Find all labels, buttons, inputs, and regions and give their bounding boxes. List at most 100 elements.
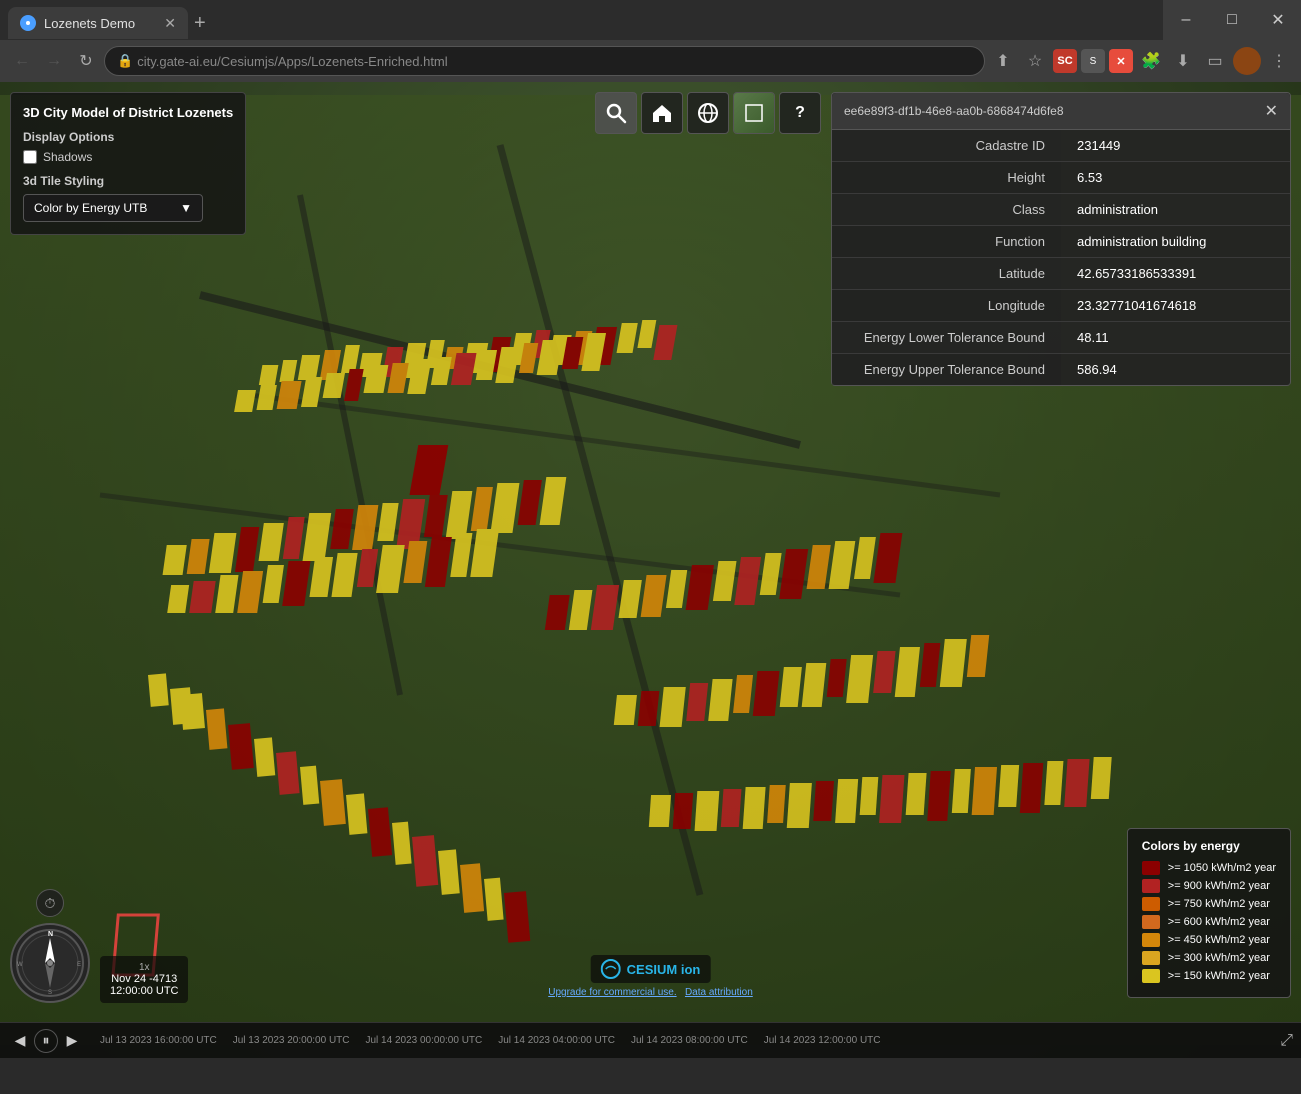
help-toolbar-button[interactable]: ? xyxy=(779,92,821,134)
timeline-ts-2: Jul 14 2023 00:00:00 UTC xyxy=(358,1035,491,1046)
latitude-label: Latitude xyxy=(832,258,1061,289)
help-icon: ? xyxy=(795,104,805,122)
minimize-button[interactable]: – xyxy=(1163,0,1209,40)
search-icon xyxy=(605,102,627,124)
height-label: Height xyxy=(832,162,1061,193)
tab-favicon xyxy=(20,15,36,31)
legend-item-300: >= 300 kWh/m2 year xyxy=(1142,951,1276,965)
download-button[interactable]: ⬇ xyxy=(1169,47,1197,75)
height-value: 6.53 xyxy=(1061,162,1290,193)
layers-toolbar-button[interactable] xyxy=(733,92,775,134)
cadastre-label: Cadastre ID xyxy=(832,130,1061,161)
legend-label-600: >= 600 kWh/m2 year xyxy=(1168,916,1270,928)
refresh-button[interactable]: ↻ xyxy=(72,47,100,75)
legend-color-150 xyxy=(1142,969,1160,983)
info-row-longitude: Longitude 23.32771041674618 xyxy=(832,290,1290,322)
shadows-label: Shadows xyxy=(43,150,92,164)
bookmark-button[interactable]: ☆ xyxy=(1021,47,1049,75)
legend-item-750: >= 750 kWh/m2 year xyxy=(1142,897,1276,911)
legend-color-300 xyxy=(1142,951,1160,965)
cesium-links: Upgrade for commercial use. Data attribu… xyxy=(548,987,753,998)
timeline-ts-4: Jul 14 2023 08:00:00 UTC xyxy=(623,1035,756,1046)
timeline-prev-button[interactable]: ◀ xyxy=(8,1029,32,1053)
info-row-energy-upper: Energy Upper Tolerance Bound 586.94 xyxy=(832,354,1290,385)
info-panel-close-button[interactable]: ✕ xyxy=(1265,101,1278,121)
search-toolbar-button[interactable] xyxy=(595,92,637,134)
timeline-next-button[interactable]: ▶ xyxy=(60,1029,84,1053)
attribution-link[interactable]: Data attribution xyxy=(685,987,753,998)
screenshot-button[interactable]: ⬆ xyxy=(989,47,1017,75)
address-bar[interactable]: 🔒 city.gate-ai.eu/Cesiumjs/Apps/Lozenets… xyxy=(104,46,985,76)
longitude-label: Longitude xyxy=(832,290,1061,321)
legend-color-450 xyxy=(1142,933,1160,947)
timeline-track[interactable]: Jul 13 2023 16:00:00 UTC Jul 13 2023 20:… xyxy=(92,1023,1272,1058)
legend-color-750 xyxy=(1142,897,1160,911)
timeline-ts-3: Jul 14 2023 04:00:00 UTC xyxy=(490,1035,623,1046)
display-date-line1: Nov 24 -4713 xyxy=(110,973,178,985)
active-tab[interactable]: Lozenets Demo ✕ xyxy=(8,7,188,39)
home-toolbar-button[interactable] xyxy=(641,92,683,134)
class-value: administration xyxy=(1061,194,1290,225)
info-row-latitude: Latitude 42.65733186533391 xyxy=(832,258,1290,290)
fullscreen-button[interactable]: ⤢ xyxy=(1272,1032,1301,1050)
svg-text:S: S xyxy=(48,990,52,996)
display-options-section: Display Options Shadows xyxy=(23,130,233,164)
info-row-cadastre: Cadastre ID 231449 xyxy=(832,130,1290,162)
compass-svg: N S W E xyxy=(15,928,85,998)
tab-label: Lozenets Demo xyxy=(44,16,135,31)
timeline-ts-0: Jul 13 2023 16:00:00 UTC xyxy=(92,1035,225,1046)
home-icon xyxy=(651,102,673,124)
legend-color-900 xyxy=(1142,879,1160,893)
back-button[interactable]: ← xyxy=(8,47,36,75)
close-button[interactable]: ✕ xyxy=(1255,0,1301,40)
timeline-controls: ◀ ⏸ ▶ xyxy=(0,1029,92,1053)
timeline-bar: ◀ ⏸ ▶ Jul 13 2023 16:00:00 UTC Jul 13 20… xyxy=(0,1022,1301,1058)
upgrade-link[interactable]: Upgrade for commercial use. xyxy=(548,987,676,998)
globe-icon xyxy=(697,102,719,124)
tile-style-dropdown[interactable]: Color by Energy UTB ▼ xyxy=(23,194,203,222)
ext-s-icon: S xyxy=(1081,49,1105,73)
info-panel-header: ee6e89f3-df1b-46e8-aa0b-6868474d6fe8 ✕ xyxy=(832,93,1290,130)
cadastre-value: 231449 xyxy=(1061,130,1290,161)
new-tab-button[interactable]: + xyxy=(194,13,206,33)
info-row-function: Function administration building xyxy=(832,226,1290,258)
compass[interactable]: N S W E xyxy=(10,923,90,1003)
function-label: Function xyxy=(832,226,1061,257)
menu-button[interactable]: ⋮ xyxy=(1265,47,1293,75)
info-row-class: Class administration xyxy=(832,194,1290,226)
cesium-brand: CESIUM ion Upgrade for commercial use. D… xyxy=(548,955,753,998)
display-options-label: Display Options xyxy=(23,130,233,144)
longitude-value: 23.32771041674618 xyxy=(1061,290,1290,321)
shadows-checkbox[interactable] xyxy=(23,150,37,164)
app-container: ? 3D City Model of District Lozenets Dis… xyxy=(0,82,1301,1058)
clock-button[interactable]: ⏱ xyxy=(36,889,64,917)
map-background[interactable]: ? 3D City Model of District Lozenets Dis… xyxy=(0,82,1301,1058)
panel-title: 3D City Model of District Lozenets xyxy=(23,105,233,120)
legend-item-450: >= 450 kWh/m2 year xyxy=(1142,933,1276,947)
maximize-button[interactable]: □ xyxy=(1209,0,1255,40)
legend-panel: Colors by energy >= 1050 kWh/m2 year >= … xyxy=(1127,828,1291,998)
layers-thumbnail xyxy=(734,92,774,134)
legend-label-150: >= 150 kWh/m2 year xyxy=(1168,970,1270,982)
extensions-button[interactable]: 🧩 xyxy=(1137,47,1165,75)
profile-icon[interactable] xyxy=(1233,47,1261,75)
legend-color-600 xyxy=(1142,915,1160,929)
timeline-ts-1: Jul 13 2023 20:00:00 UTC xyxy=(225,1035,358,1046)
legend-label-900: >= 900 kWh/m2 year xyxy=(1168,880,1270,892)
timeline-ts-5: Jul 14 2023 12:00:00 UTC xyxy=(756,1035,889,1046)
info-panel: ee6e89f3-df1b-46e8-aa0b-6868474d6fe8 ✕ C… xyxy=(831,92,1291,386)
legend-label-1050: >= 1050 kWh/m2 year xyxy=(1168,862,1276,874)
legend-label-450: >= 450 kWh/m2 year xyxy=(1168,934,1270,946)
legend-item-900: >= 900 kWh/m2 year xyxy=(1142,879,1276,893)
svg-text:E: E xyxy=(77,962,81,968)
tab-close-btn[interactable]: ✕ xyxy=(164,15,176,32)
legend-item-150: >= 150 kWh/m2 year xyxy=(1142,969,1276,983)
tile-styling-label: 3d Tile Styling xyxy=(23,174,233,188)
forward-button[interactable]: → xyxy=(40,47,68,75)
timeline-play-button[interactable]: ⏸ xyxy=(34,1029,58,1053)
sidebar-button[interactable]: ▭ xyxy=(1201,47,1229,75)
tile-styling-section: 3d Tile Styling Color by Energy UTB ▼ xyxy=(23,174,233,222)
legend-item-1050: >= 1050 kWh/m2 year xyxy=(1142,861,1276,875)
globe-toolbar-button[interactable] xyxy=(687,92,729,134)
energy-lower-value: 48.11 xyxy=(1061,322,1290,353)
